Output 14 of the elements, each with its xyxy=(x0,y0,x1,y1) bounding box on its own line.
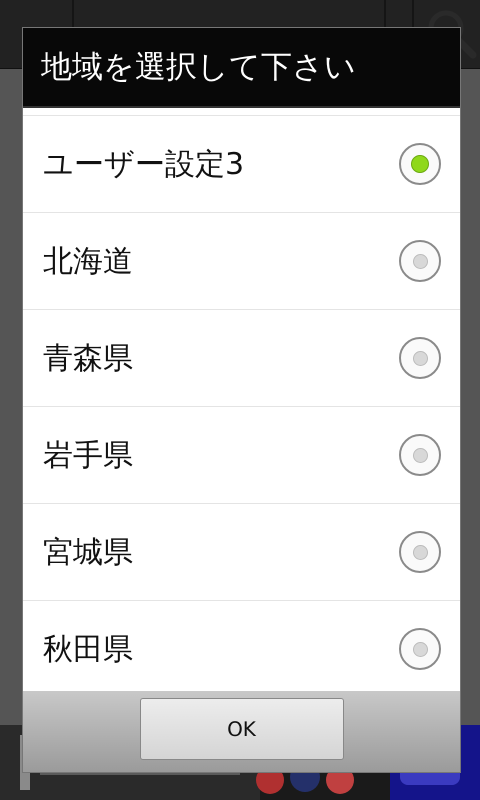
radio-button[interactable] xyxy=(399,434,441,476)
list-item[interactable]: 宮城県 xyxy=(23,503,460,600)
list-item[interactable]: 青森県 xyxy=(23,309,460,406)
radio-button[interactable] xyxy=(399,240,441,282)
list-item[interactable]: ユーザー設定3 xyxy=(23,115,460,212)
radio-button[interactable] xyxy=(399,143,441,185)
ok-button[interactable]: OK xyxy=(140,698,344,760)
radio-button[interactable] xyxy=(399,337,441,379)
radio-button[interactable] xyxy=(399,531,441,573)
list-item[interactable]: 秋田県 xyxy=(23,600,460,691)
dialog-title: 地域を選択して下さい xyxy=(23,28,460,108)
list-item[interactable]: 岩手県 xyxy=(23,406,460,503)
list-item[interactable]: 北海道 xyxy=(23,212,460,309)
radio-button[interactable] xyxy=(399,628,441,670)
